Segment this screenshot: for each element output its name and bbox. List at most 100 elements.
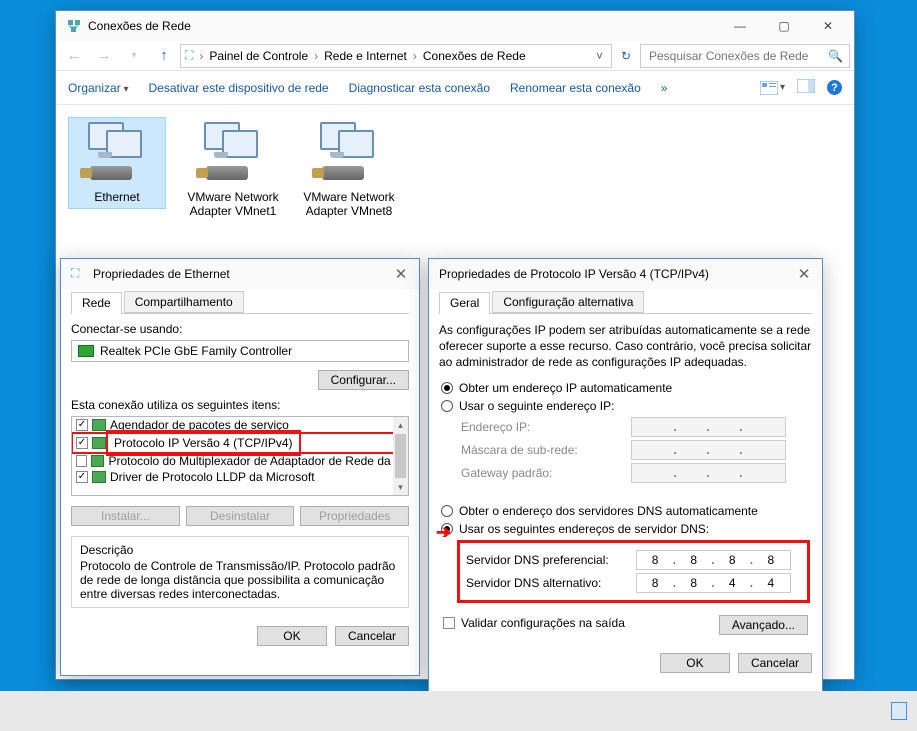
refresh-button[interactable]: ↻: [614, 49, 638, 63]
checkbox[interactable]: [76, 455, 87, 467]
crumb-network-internet[interactable]: Rede e Internet: [320, 49, 411, 63]
mask-label: Máscara de sub-rede:: [461, 443, 631, 457]
address-dropdown[interactable]: ˅: [592, 49, 607, 63]
scrollbar[interactable]: ▴▾: [393, 417, 408, 495]
adapter-ethernet[interactable]: Ethernet: [68, 117, 166, 209]
cancel-button[interactable]: Cancelar: [738, 653, 812, 673]
titlebar[interactable]: Conexões de Rede — ▢ ✕: [56, 11, 854, 41]
help-icon[interactable]: ?: [827, 80, 842, 95]
tab-sharing[interactable]: Compartilhamento: [124, 291, 244, 313]
rename-connection[interactable]: Renomear esta conexão: [510, 81, 641, 95]
cancel-button[interactable]: Cancelar: [335, 626, 409, 646]
search-box[interactable]: 🔍: [640, 44, 850, 68]
items-label: Esta conexão utiliza os seguintes itens:: [71, 398, 409, 412]
scroll-down-icon[interactable]: ▾: [393, 479, 408, 495]
protocol-icon: [91, 455, 104, 467]
nic-field: Realtek PCIe GbE Family Controller: [71, 340, 409, 362]
recent-dropdown[interactable]: ▾: [120, 43, 148, 69]
more-commands[interactable]: »: [661, 81, 668, 95]
checkbox[interactable]: [76, 437, 88, 449]
chevron-icon[interactable]: ›: [197, 49, 205, 63]
checkbox-icon: [443, 617, 455, 629]
ip-group: Obter um endereço IP automaticamente Usa…: [439, 381, 812, 488]
crumb-network-connections[interactable]: Conexões de Rede: [419, 49, 530, 63]
tab-strip: Rede Compartilhamento: [71, 291, 409, 314]
ip-label: Endereço IP:: [461, 420, 631, 434]
chevron-icon: ›: [312, 49, 320, 63]
validate-checkbox[interactable]: Validar configurações na saída: [443, 616, 625, 630]
adapter-vmnet8[interactable]: VMware Network Adapter VMnet8: [300, 117, 398, 223]
ethernet-icon: [198, 122, 268, 186]
explanation-text: As configurações IP podem ser atribuídas…: [439, 322, 812, 371]
annotation-arrow-icon: ➔: [436, 522, 451, 543]
tab-network[interactable]: Rede: [71, 292, 122, 314]
titlebar[interactable]: Propriedades de Protocolo IP Versão 4 (T…: [429, 259, 822, 289]
dns-pref-label: Servidor DNS preferencial:: [466, 553, 636, 567]
configure-button[interactable]: Configurar...: [318, 370, 409, 390]
checkbox[interactable]: [76, 419, 88, 431]
uninstall-button[interactable]: Desinstalar: [186, 506, 295, 526]
tab-general[interactable]: Geral: [439, 292, 490, 314]
dns-pref-input[interactable]: 8.8.8.8: [636, 550, 791, 570]
minimize-button[interactable]: —: [718, 12, 762, 40]
window-title: Conexões de Rede: [88, 19, 718, 33]
protocol-icon: [92, 437, 106, 449]
ok-button[interactable]: OK: [257, 626, 327, 646]
preview-pane-button[interactable]: [797, 79, 815, 96]
ip-input: . . .: [631, 417, 786, 437]
tray-icon[interactable]: [891, 702, 907, 720]
command-bar: Organizar Desativar este dispositivo de …: [56, 71, 854, 105]
search-icon[interactable]: 🔍: [828, 49, 843, 63]
dns-alt-label: Servidor DNS alternativo:: [466, 576, 636, 590]
properties-button[interactable]: Propriedades: [300, 506, 409, 526]
close-button[interactable]: ✕: [790, 260, 818, 288]
dns-highlight: Servidor DNS preferencial: 8.8.8.8 Servi…: [457, 540, 810, 603]
adapter-vmnet1[interactable]: VMware Network Adapter VMnet1: [184, 117, 282, 223]
taskbar[interactable]: [0, 691, 917, 731]
advanced-button[interactable]: Avançado...: [719, 615, 808, 635]
radio-manual-dns[interactable]: Usar os seguintes endereços de servidor …: [441, 522, 810, 536]
search-input[interactable]: [647, 48, 828, 64]
up-button[interactable]: ↑: [150, 43, 178, 69]
list-item-ipv4: Protocolo IP Versão 4 (TCP/IPv4): [72, 433, 408, 453]
back-button[interactable]: ←: [60, 43, 88, 69]
dns-group: Obter o endereço dos servidores DNS auto…: [439, 498, 812, 605]
connect-using-label: Conectar-se usando:: [71, 322, 409, 336]
tab-alternate[interactable]: Configuração alternativa: [492, 291, 644, 313]
network-icon: [66, 18, 82, 34]
scroll-up-icon[interactable]: ▴: [393, 417, 408, 433]
description-header: Descrição: [80, 543, 400, 557]
chevron-icon: ›: [411, 49, 419, 63]
protocol-icon: [92, 471, 106, 483]
radio-manual-ip[interactable]: Usar o seguinte endereço IP:: [441, 399, 810, 413]
titlebar[interactable]: ⛶ Propriedades de Ethernet ✕: [61, 259, 419, 289]
radio-auto-dns[interactable]: Obter o endereço dos servidores DNS auto…: [441, 504, 810, 518]
adapter-list: Ethernet VMware Network Adapter VMnet1 V…: [56, 105, 854, 235]
crumb-control-panel[interactable]: Painel de Controle: [205, 49, 312, 63]
forward-button[interactable]: →: [90, 43, 118, 69]
radio-auto-ip[interactable]: Obter um endereço IP automaticamente: [441, 381, 810, 395]
view-button[interactable]: ▾: [760, 81, 785, 95]
list-item: Agendador de pacotes de serviço: [72, 417, 408, 433]
gateway-label: Gateway padrão:: [461, 466, 631, 480]
dns-alt-input[interactable]: 8.8.4.4: [636, 573, 791, 593]
organize-menu[interactable]: Organizar: [68, 81, 129, 95]
view-icon: [760, 81, 778, 95]
close-button[interactable]: ✕: [806, 12, 850, 40]
nic-name: Realtek PCIe GbE Family Controller: [100, 344, 292, 358]
network-small-icon: ⛶: [185, 48, 193, 63]
ethernet-icon: [82, 122, 152, 186]
protocol-list[interactable]: Agendador de pacotes de serviço Protocol…: [71, 416, 409, 496]
scroll-thumb[interactable]: [395, 434, 406, 478]
maximize-button[interactable]: ▢: [762, 12, 806, 40]
disable-device[interactable]: Desativar este dispositivo de rede: [149, 81, 329, 95]
ok-button[interactable]: OK: [660, 653, 730, 673]
ethernet-properties-dialog: ⛶ Propriedades de Ethernet ✕ Rede Compar…: [60, 258, 420, 676]
close-button[interactable]: ✕: [387, 260, 415, 288]
checkbox[interactable]: [76, 471, 88, 483]
address-bar[interactable]: ⛶ › Painel de Controle › Rede e Internet…: [180, 44, 612, 68]
list-item: Driver de Protocolo LLDP da Microsoft: [72, 469, 408, 485]
install-button[interactable]: Instalar...: [71, 506, 180, 526]
nav-bar: ← → ▾ ↑ ⛶ › Painel de Controle › Rede e …: [56, 41, 854, 71]
diagnose-connection[interactable]: Diagnosticar esta conexão: [349, 81, 490, 95]
